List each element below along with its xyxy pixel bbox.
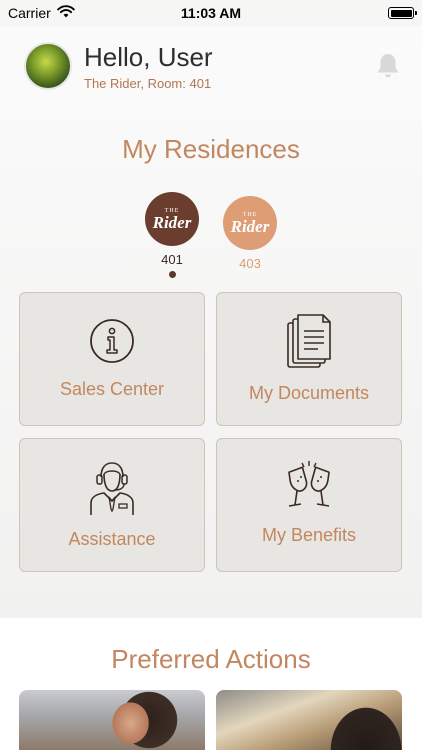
selected-indicator bbox=[168, 271, 176, 278]
champagne-glasses-icon bbox=[284, 459, 334, 516]
card-label: My Documents bbox=[248, 383, 370, 403]
preferred-actions-title: Preferred Actions bbox=[111, 644, 311, 674]
residence-number: 403 bbox=[239, 256, 261, 271]
greeting-title: Hello, User bbox=[84, 42, 213, 72]
card-label: Sales Center bbox=[59, 379, 165, 399]
my-benefits-card[interactable]: My Benefits bbox=[216, 438, 402, 572]
residence-number: 401 bbox=[161, 252, 183, 267]
preferred-action-image[interactable] bbox=[19, 690, 205, 750]
documents-icon bbox=[285, 313, 333, 376]
residence-403[interactable]: THE Rider 403 bbox=[222, 196, 278, 271]
bell-icon[interactable] bbox=[375, 52, 401, 80]
residence-401[interactable]: THE Rider 401 bbox=[144, 192, 200, 278]
info-icon bbox=[88, 317, 136, 370]
carrier-label: Carrier bbox=[8, 5, 51, 21]
sales-center-card[interactable]: Sales Center bbox=[19, 292, 205, 426]
status-bar: Carrier 11:03 AM bbox=[0, 0, 422, 26]
avatar[interactable] bbox=[24, 42, 72, 90]
support-agent-icon bbox=[87, 457, 137, 522]
battery-icon bbox=[388, 7, 417, 19]
room-subtitle: The Rider, Room: 401 bbox=[84, 76, 212, 91]
main-panel: Hello, User The Rider, Room: 401 My Resi… bbox=[0, 26, 422, 618]
rider-logo-icon: THE Rider bbox=[223, 196, 277, 250]
rider-logo-icon: THE Rider bbox=[145, 192, 199, 246]
card-label: Assistance bbox=[68, 529, 156, 549]
residences-title: My Residences bbox=[122, 134, 300, 164]
assistance-card[interactable]: Assistance bbox=[19, 438, 205, 572]
preferred-action-image[interactable] bbox=[216, 690, 402, 750]
wifi-icon bbox=[57, 5, 75, 21]
card-label: My Benefits bbox=[261, 525, 357, 545]
my-documents-card[interactable]: My Documents bbox=[216, 292, 402, 426]
